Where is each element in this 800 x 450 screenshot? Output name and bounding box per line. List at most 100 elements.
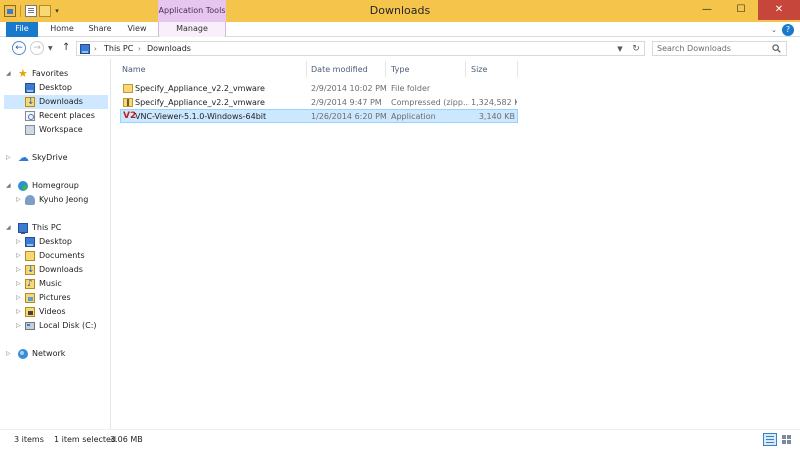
expander-chevron-icon[interactable]: ▷ <box>16 263 24 277</box>
zip-folder-icon <box>123 98 133 107</box>
breadcrumb-separator-icon[interactable]: › <box>138 43 141 55</box>
column-header-size[interactable]: Size <box>471 63 487 77</box>
forward-button[interactable]: → <box>30 41 44 55</box>
back-button[interactable]: ← <box>12 41 26 55</box>
nav-favorites-desktop[interactable]: Desktop <box>4 81 108 95</box>
this-pc-icon <box>18 223 28 234</box>
nav-favorites-recent-places[interactable]: Recent places <box>4 109 108 123</box>
nav-item-label: Kyuho Jeong <box>39 195 89 204</box>
breadcrumb-separator-icon[interactable]: › <box>94 43 97 55</box>
tab-view[interactable]: View <box>120 22 154 37</box>
tab-home[interactable]: Home <box>44 22 80 37</box>
expander-chevron-icon[interactable]: ◢ <box>6 67 14 81</box>
breadcrumb-this-pc[interactable]: This PC <box>104 43 133 55</box>
help-icon[interactable]: ? <box>782 23 794 36</box>
vnc-app-icon: V2 <box>123 111 137 121</box>
favorites-star-icon: ★ <box>18 67 28 80</box>
details-view-icon[interactable] <box>763 433 777 446</box>
expander-chevron-icon[interactable]: ▷ <box>6 151 14 165</box>
downloads-icon <box>25 95 35 109</box>
expand-ribbon-chevron-icon[interactable]: ⌄ <box>770 26 778 34</box>
expander-chevron-icon[interactable]: ◢ <box>6 221 14 235</box>
close-button[interactable]: ✕ <box>758 0 800 20</box>
tab-manage[interactable]: Manage <box>158 22 226 37</box>
status-selected-size: 3.06 MB <box>110 435 143 444</box>
pictures-icon <box>25 293 35 303</box>
nav-item-label: Desktop <box>39 83 72 92</box>
this-pc-icon <box>80 44 90 54</box>
breadcrumb-downloads[interactable]: Downloads <box>147 43 191 55</box>
column-header-name[interactable]: Name <box>122 63 146 77</box>
downloads-icon <box>25 263 35 277</box>
expander-chevron-icon[interactable]: ▷ <box>6 347 14 361</box>
file-row[interactable]: Specify_Appliance_v2.2_vmware 2/9/2014 1… <box>120 81 518 95</box>
expander-chevron-icon[interactable]: ▷ <box>16 291 24 305</box>
nav-this-pc[interactable]: ◢ This PC <box>4 221 108 235</box>
user-avatar-icon <box>25 195 35 205</box>
file-date-modified: 2/9/2014 9:47 PM <box>311 98 382 107</box>
nav-item-label: Documents <box>39 251 85 260</box>
expander-chevron-icon[interactable]: ▷ <box>16 277 24 291</box>
up-arrow-icon[interactable]: ↑ <box>62 42 70 53</box>
workspace-icon <box>25 125 35 135</box>
desktop-icon <box>25 237 35 247</box>
address-dropdown-chevron-icon[interactable]: ▼ <box>614 43 626 55</box>
search-icon[interactable] <box>772 44 781 53</box>
column-divider[interactable] <box>385 61 386 77</box>
nav-skydrive[interactable]: ▷ ☁ SkyDrive <box>4 151 108 165</box>
status-selected-count: 1 item selected <box>54 435 117 444</box>
expander-chevron-icon[interactable]: ▷ <box>16 249 24 263</box>
tab-file[interactable]: File <box>6 22 38 37</box>
column-header-type[interactable]: Type <box>391 63 409 77</box>
nav-thispc-pictures[interactable]: ▷ Pictures <box>4 291 108 305</box>
nav-thispc-downloads[interactable]: ▷ Downloads <box>4 263 108 277</box>
nav-item-label: Music <box>39 279 62 288</box>
nav-this-pc-label: This PC <box>32 223 62 232</box>
expander-chevron-icon[interactable]: ▷ <box>16 305 24 319</box>
file-row[interactable]: Specify_Appliance_v2.2_vmware 2/9/2014 9… <box>120 95 518 109</box>
file-date-modified: 1/26/2014 6:20 PM <box>311 112 387 121</box>
large-icons-view-icon[interactable] <box>780 433 794 446</box>
nav-favorites[interactable]: ◢ ★ Favorites <box>4 67 108 81</box>
nav-network[interactable]: ▷ Network <box>4 347 108 361</box>
tab-share[interactable]: Share <box>84 22 116 37</box>
file-row-selected[interactable]: V2 VNC-Viewer-5.1.0-Windows-64bit 1/26/2… <box>120 109 518 123</box>
folder-icon <box>123 84 133 93</box>
nav-thispc-videos[interactable]: ▷ Videos <box>4 305 108 319</box>
nav-thispc-local-disk[interactable]: ▷ Local Disk (C:) <box>4 319 108 333</box>
expander-chevron-icon[interactable]: ▷ <box>16 193 24 207</box>
expander-chevron-icon[interactable]: ◢ <box>6 179 14 193</box>
nav-thispc-documents[interactable]: ▷ Documents <box>4 249 108 263</box>
nav-thispc-desktop[interactable]: ▷ Desktop <box>4 235 108 249</box>
network-icon <box>18 349 28 359</box>
nav-thispc-music[interactable]: ▷ Music <box>4 277 108 291</box>
column-header-date-modified[interactable]: Date modified <box>311 63 368 77</box>
search-input[interactable] <box>657 43 767 54</box>
nav-favorites-downloads[interactable]: Downloads <box>4 95 108 109</box>
column-divider[interactable] <box>517 61 518 77</box>
nav-item-label: Desktop <box>39 237 72 246</box>
file-list: Name Date modified Type Size Specify_App… <box>112 59 800 429</box>
nav-network-label: Network <box>32 349 66 358</box>
minimize-button[interactable]: — <box>690 0 724 20</box>
expander-chevron-icon[interactable]: ▷ <box>16 319 24 333</box>
documents-icon <box>25 251 35 261</box>
skydrive-cloud-icon: ☁ <box>18 151 29 164</box>
nav-homegroup-label: Homegroup <box>32 181 79 190</box>
maximize-button[interactable]: ☐ <box>724 0 758 20</box>
column-divider[interactable] <box>465 61 466 77</box>
address-bar[interactable]: › This PC › Downloads ▼ ↻ <box>76 41 645 56</box>
column-divider[interactable] <box>306 61 307 77</box>
navigation-pane-divider[interactable] <box>110 59 111 429</box>
nav-homegroup[interactable]: ◢ Homegroup <box>4 179 108 193</box>
expander-chevron-icon[interactable]: ▷ <box>16 235 24 249</box>
recent-locations-chevron-icon[interactable]: ▼ <box>48 45 53 52</box>
search-box[interactable] <box>652 41 787 56</box>
nav-homegroup-user[interactable]: ▷ Kyuho Jeong <box>4 193 108 207</box>
nav-item-label: Videos <box>39 307 66 316</box>
videos-icon <box>25 307 35 317</box>
nav-item-label: Pictures <box>39 293 71 302</box>
nav-item-label: Local Disk (C:) <box>39 321 97 330</box>
refresh-icon[interactable]: ↻ <box>630 43 642 55</box>
nav-favorites-workspace[interactable]: Workspace <box>4 123 108 137</box>
